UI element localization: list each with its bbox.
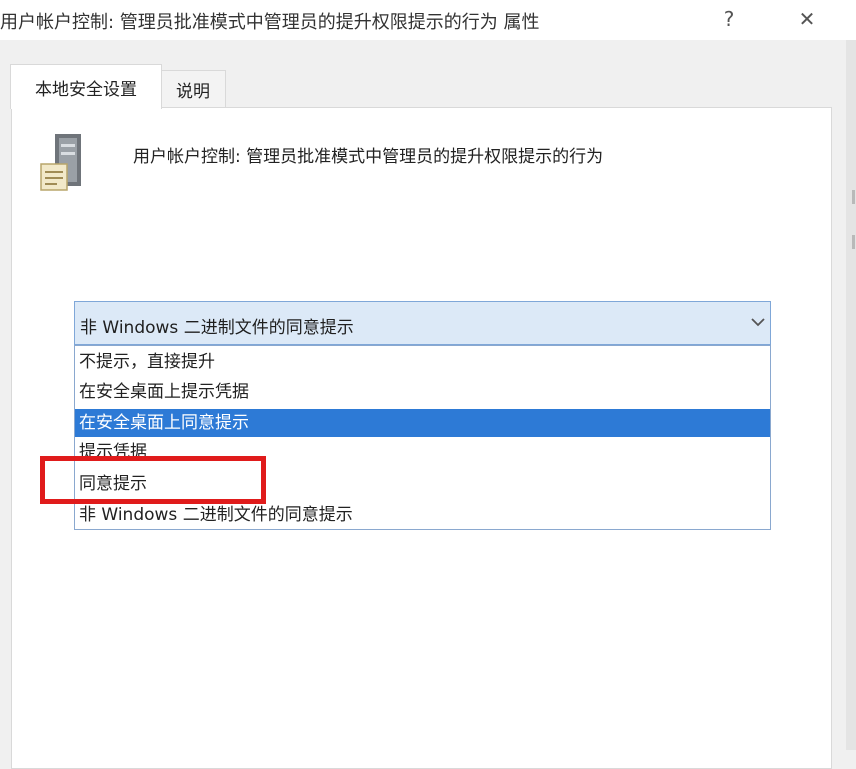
policy-title: 用户帐户控制: 管理员批准模式中管理员的提升权限提示的行为 bbox=[133, 147, 604, 167]
dropdown-list: 不提示，直接提升 在安全桌面上提示凭据 在安全桌面上同意提示 提示凭据 同意提示… bbox=[74, 345, 771, 530]
tab-local-security-setting[interactable]: 本地安全设置 bbox=[10, 64, 162, 109]
tab-label: 说明 bbox=[176, 81, 210, 102]
tab-explain[interactable]: 说明 bbox=[160, 70, 226, 107]
server-policy-icon bbox=[40, 134, 81, 191]
dropdown-option-credentials-secure-desktop[interactable]: 在安全桌面上提示凭据 bbox=[75, 378, 770, 406]
question-mark-icon: ? bbox=[723, 7, 735, 31]
dropdown-option-consent-secure-desktop[interactable]: 在安全桌面上同意提示 bbox=[75, 409, 770, 437]
window-title: 用户帐户控制: 管理员批准模式中管理员的提升权限提示的行为 属性 bbox=[0, 12, 540, 33]
title-bar: 用户帐户控制: 管理员批准模式中管理员的提升权限提示的行为 属性 ? ✕ bbox=[0, 0, 856, 40]
tab-label: 本地安全设置 bbox=[35, 79, 137, 100]
close-button[interactable]: ✕ bbox=[787, 4, 827, 34]
behavior-dropdown[interactable]: 非 Windows 二进制文件的同意提示 bbox=[74, 301, 771, 345]
dropdown-option-consent-non-windows[interactable]: 非 Windows 二进制文件的同意提示 bbox=[75, 501, 770, 529]
dropdown-selected-value: 非 Windows 二进制文件的同意提示 bbox=[80, 318, 354, 338]
close-icon: ✕ bbox=[798, 7, 816, 31]
edge-mark bbox=[852, 190, 855, 204]
dropdown-option-no-prompt[interactable]: 不提示，直接提升 bbox=[75, 348, 770, 376]
help-button[interactable]: ? bbox=[709, 4, 749, 34]
dropdown-option-prompt-consent[interactable]: 同意提示 bbox=[75, 470, 770, 498]
dropdown-option-prompt-credentials[interactable]: 提示凭据 bbox=[75, 438, 770, 466]
window-edge bbox=[846, 40, 856, 750]
chevron-down-icon bbox=[749, 312, 767, 332]
edge-mark bbox=[852, 235, 855, 249]
